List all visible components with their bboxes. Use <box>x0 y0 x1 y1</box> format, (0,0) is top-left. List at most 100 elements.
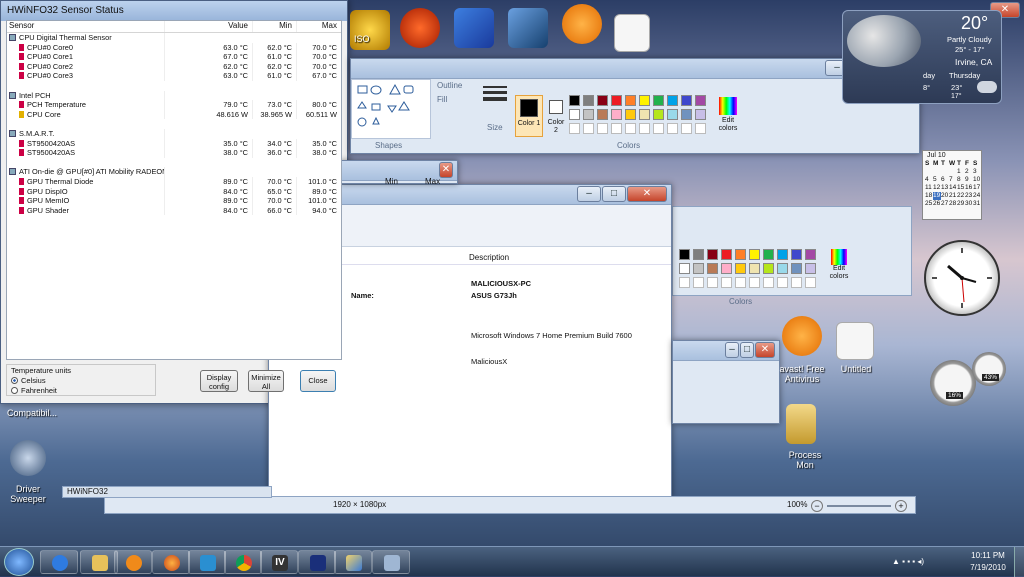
color-swatch[interactable] <box>569 109 580 120</box>
taskbar-app2[interactable] <box>188 550 226 574</box>
system-tray[interactable]: ▲ ▪ ▪ ▪ ◂) <box>892 556 952 568</box>
custom-color-swatch[interactable] <box>611 123 622 134</box>
zoom-slider[interactable] <box>827 505 891 507</box>
color-swatch[interactable] <box>583 95 594 106</box>
taskbar-calculator[interactable] <box>372 550 410 574</box>
clock-gadget[interactable] <box>924 240 1000 316</box>
fahrenheit-option[interactable]: Fahrenheit <box>11 386 151 395</box>
minimize-button[interactable]: – <box>577 186 601 202</box>
custom-color-swatch[interactable] <box>653 123 664 134</box>
color-swatch[interactable] <box>735 263 746 274</box>
start-button[interactable] <box>4 548 34 576</box>
calendar-day[interactable]: 19 <box>933 192 941 200</box>
calendar-day[interactable]: 1 <box>957 168 965 176</box>
custom-color-swatch[interactable] <box>693 277 704 288</box>
taskbar-hwinfo[interactable] <box>298 550 336 574</box>
hwinfo-title-bar[interactable]: HWiNFO32 Sensor Status ✕ <box>1 1 1020 21</box>
sensor-row[interactable]: GPU MemIO 89.0 °C 70.0 °C 101.0 °C <box>7 196 341 206</box>
calendar-gadget[interactable]: Jul 10 S M T W T F S 1 2 3 4 5 6 7 8 9 10 11 12 13 14 15 16 17 1… <box>922 150 982 220</box>
color-swatch[interactable] <box>721 263 732 274</box>
color-swatch[interactable] <box>763 263 774 274</box>
calendar-day[interactable]: 15 <box>957 184 965 192</box>
color2-button[interactable]: Color 2 <box>545 95 567 137</box>
calendar-day[interactable]: 4 <box>925 176 933 184</box>
min-column-header[interactable]: Min <box>253 21 297 32</box>
color-swatch[interactable] <box>681 95 692 106</box>
calendar-day[interactable]: 24 <box>973 192 981 200</box>
document-thumbnail-icon[interactable] <box>614 14 650 52</box>
calendar-day[interactable]: 9 <box>965 176 973 184</box>
color-swatch[interactable] <box>777 249 788 260</box>
taskbar-media[interactable] <box>114 550 152 574</box>
iso-icon[interactable] <box>350 10 390 50</box>
color-swatch[interactable] <box>791 263 802 274</box>
taskbar-chrome[interactable] <box>224 550 262 574</box>
fill-label[interactable]: Fill <box>437 95 447 104</box>
color-swatch[interactable] <box>667 95 678 106</box>
color-swatch[interactable] <box>625 95 636 106</box>
sensor-row[interactable]: GPU Shader 84.0 °C 66.0 °C 94.0 °C <box>7 205 341 216</box>
celsius-option[interactable]: Celsius <box>11 376 151 385</box>
color-swatch[interactable] <box>597 95 608 106</box>
calendar-day[interactable]: 14 <box>949 184 957 192</box>
sensor-row[interactable]: CPU#0 Core1 67.0 °C 61.0 °C 70.0 °C <box>7 52 341 62</box>
calendar-day[interactable]: 30 <box>965 200 973 208</box>
color1-button[interactable]: Color 1 <box>515 95 543 137</box>
calendar-day[interactable]: 10 <box>973 176 981 184</box>
size-label[interactable]: Size <box>487 123 503 132</box>
color-swatch[interactable] <box>735 249 746 260</box>
sensor-group-row[interactable]: S.M.A.R.T. <box>7 128 341 139</box>
calendar-day[interactable]: 29 <box>957 200 965 208</box>
minimize-all-button[interactable]: Minimize All <box>248 370 284 392</box>
calendar-day[interactable]: 8 <box>957 176 965 184</box>
color-swatch[interactable] <box>791 249 802 260</box>
custom-color-swatch[interactable] <box>583 123 594 134</box>
sensor-group-row[interactable]: ATI On-die @ GPU[#0] ATI Mobility RADEON… <box>7 167 341 177</box>
zoom-in-button[interactable]: + <box>895 500 907 512</box>
color-swatch[interactable] <box>749 249 760 260</box>
color-swatch[interactable] <box>679 263 690 274</box>
color-swatch[interactable] <box>805 263 816 274</box>
untitled-icon[interactable] <box>836 322 874 360</box>
color-swatch[interactable] <box>777 263 788 274</box>
calendar-grid[interactable]: S M T W T F S 1 2 3 4 5 6 7 8 9 10 11 12 13 14 15 16 17 18 19 20 21… <box>923 160 981 208</box>
taskbar-explorer[interactable] <box>80 550 118 574</box>
sensor-row[interactable]: PCH Temperature 79.0 °C 73.0 °C 80.0 °C <box>7 100 341 110</box>
sensor-row[interactable]: GPU Thermal Diode 89.0 °C 70.0 °C 101.0 °C <box>7 176 341 187</box>
calendar-day[interactable]: 21 <box>949 192 957 200</box>
custom-color-swatch[interactable] <box>625 123 636 134</box>
zoom-out-button[interactable]: − <box>811 500 823 512</box>
calendar-day[interactable]: 20 <box>941 192 949 200</box>
sensor-table[interactable]: Sensor Value Min Max CPU Digital Thermal… <box>6 20 342 360</box>
color-swatch[interactable] <box>695 109 706 120</box>
taskbar-ie[interactable] <box>40 550 78 574</box>
color-swatch[interactable] <box>749 263 760 274</box>
sensor-row[interactable]: ST9500420AS 35.0 °C 34.0 °C 35.0 °C <box>7 138 341 149</box>
weather-gadget[interactable]: 20° Partly Cloudy 25° - 17° Irvine, CA d… <box>842 10 1002 104</box>
custom-color-swatch[interactable] <box>681 123 692 134</box>
calendar-day[interactable]: 7 <box>949 176 957 184</box>
custom-color-swatch[interactable] <box>679 277 690 288</box>
maximize-button[interactable]: □ <box>740 342 754 358</box>
size-icon[interactable] <box>483 83 507 109</box>
close-dialog-button[interactable]: Close <box>300 370 336 392</box>
close-button[interactable]: ✕ <box>755 342 775 358</box>
color-swatch[interactable] <box>681 109 692 120</box>
custom-color-swatch[interactable] <box>805 277 816 288</box>
color-swatch[interactable] <box>653 95 664 106</box>
custom-color-swatch[interactable] <box>735 277 746 288</box>
custom-color-swatch[interactable] <box>791 277 802 288</box>
sensor-column-header[interactable]: Sensor <box>7 21 165 32</box>
color-swatch[interactable] <box>707 249 718 260</box>
custom-color-swatch[interactable] <box>777 277 788 288</box>
close-button[interactable]: ✕ <box>439 162 453 178</box>
color-swatch[interactable] <box>639 109 650 120</box>
color-swatch[interactable] <box>583 109 594 120</box>
color-swatch[interactable] <box>693 263 704 274</box>
calendar-day[interactable]: 17 <box>973 184 981 192</box>
color-swatch[interactable] <box>707 263 718 274</box>
color-palette[interactable] <box>569 95 719 141</box>
avast-desktop-icon[interactable] <box>782 316 822 356</box>
calendar-day[interactable]: 12 <box>933 184 941 192</box>
edit-colors-button[interactable]: Edit colors <box>715 95 741 135</box>
